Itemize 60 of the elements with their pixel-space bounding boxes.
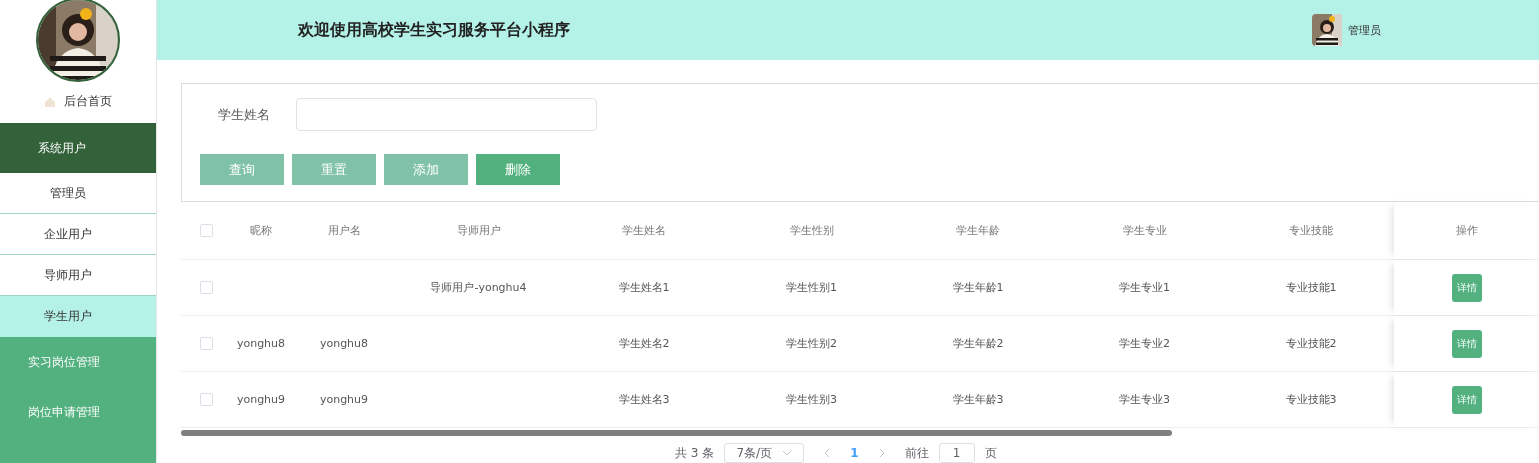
column-header: 导师用户: [456, 223, 501, 238]
app-title: 欢迎使用高校学生实习服务平台小程序: [298, 19, 570, 41]
table-cell: yonghu8: [319, 337, 369, 350]
table-cell: 导师用户-yonghu4: [430, 280, 527, 295]
table-cell: 学生年龄3: [952, 392, 1004, 407]
action-button[interactable]: 查询: [200, 154, 284, 185]
prev-page-icon[interactable]: [824, 448, 831, 458]
table-cell: yonghu9: [319, 393, 369, 406]
column-header: 昵称: [250, 223, 272, 238]
table-cell: 学生专业2: [1119, 336, 1170, 351]
chevron-down-icon: [782, 450, 793, 456]
scrollbar[interactable]: [181, 430, 1172, 436]
table-cell: 学生姓名3: [618, 392, 670, 407]
column-header: 操作: [1456, 223, 1478, 238]
table-cell: 学生专业3: [1119, 392, 1170, 407]
field-label: 学生姓名: [217, 105, 271, 124]
table-cell: 学生姓名2: [618, 336, 670, 351]
total-count: 共 3 条: [675, 444, 715, 462]
input-field[interactable]: [296, 98, 597, 131]
checkbox[interactable]: [199, 393, 213, 406]
column-header: 学生性别: [789, 223, 834, 238]
details-button[interactable]: 详情: [1452, 329, 1482, 358]
table-cell: 学生年龄1: [952, 280, 1004, 295]
table-cell: 专业技能2: [1285, 336, 1337, 351]
table-cell: 专业技能3: [1285, 392, 1337, 407]
page-suffix: 页: [984, 444, 997, 462]
action-button[interactable]: 重置: [292, 154, 376, 185]
home-icon: [44, 95, 56, 108]
home-link[interactable]: 后台首页: [0, 80, 156, 123]
table-cell: 学生姓名1: [618, 280, 670, 295]
checkbox[interactable]: [199, 337, 213, 350]
table-cell: 学生性别2: [786, 336, 837, 351]
column-header: 学生年龄: [956, 223, 1000, 238]
submenu-item[interactable]: 学生用户: [0, 296, 156, 337]
column-header: 学生姓名: [622, 223, 666, 238]
checkbox[interactable]: [199, 281, 213, 294]
column-header: 用户名: [327, 223, 361, 238]
table-cell: 学生性别1: [786, 280, 837, 295]
page-input[interactable]: 1: [938, 443, 975, 463]
details-button[interactable]: 详情: [1452, 273, 1482, 302]
user-name: 管理员: [1348, 22, 1381, 38]
next-page-icon[interactable]: [878, 448, 885, 458]
delete-button[interactable]: 删除: [476, 154, 560, 185]
menu-item[interactable]: 实习岗位管理: [0, 337, 156, 387]
page-size-select[interactable]: 7条/页: [724, 443, 805, 463]
goto-label: 前往: [904, 444, 929, 462]
column-header: 学生专业: [1122, 223, 1167, 238]
table-cell: 学生专业1: [1119, 280, 1170, 295]
checkbox[interactable]: [199, 224, 213, 237]
details-button[interactable]: 详情: [1452, 385, 1482, 414]
column-header: 专业技能: [1289, 223, 1333, 238]
page-number[interactable]: 1: [850, 446, 859, 460]
table-cell: 专业技能1: [1285, 280, 1337, 295]
action-button[interactable]: 添加: [384, 154, 468, 185]
menu-item[interactable]: 系统用户: [0, 123, 156, 173]
table-cell: 学生年龄2: [952, 336, 1004, 351]
table-cell: yonghu9: [236, 393, 286, 406]
table-cell: yonghu8: [236, 337, 286, 350]
menu-item[interactable]: 岗位申请管理: [0, 387, 156, 437]
table-cell: 学生性别3: [786, 392, 837, 407]
